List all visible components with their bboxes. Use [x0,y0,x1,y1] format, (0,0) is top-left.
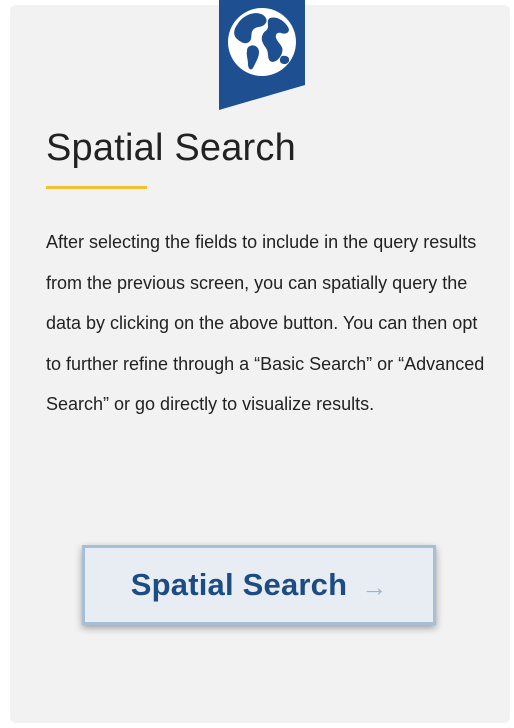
spatial-search-button[interactable]: Spatial Search → [82,545,436,625]
spatial-search-card: Spatial Search After selecting the field… [10,0,510,723]
title-underline [46,186,147,189]
globe-icon [219,0,305,110]
card-description: After selecting the fields to include in… [46,232,485,414]
card-title: Spatial Search [46,127,296,169]
arrow-right-icon: → [361,572,388,602]
spatial-search-button-label: Spatial Search [130,567,348,602]
